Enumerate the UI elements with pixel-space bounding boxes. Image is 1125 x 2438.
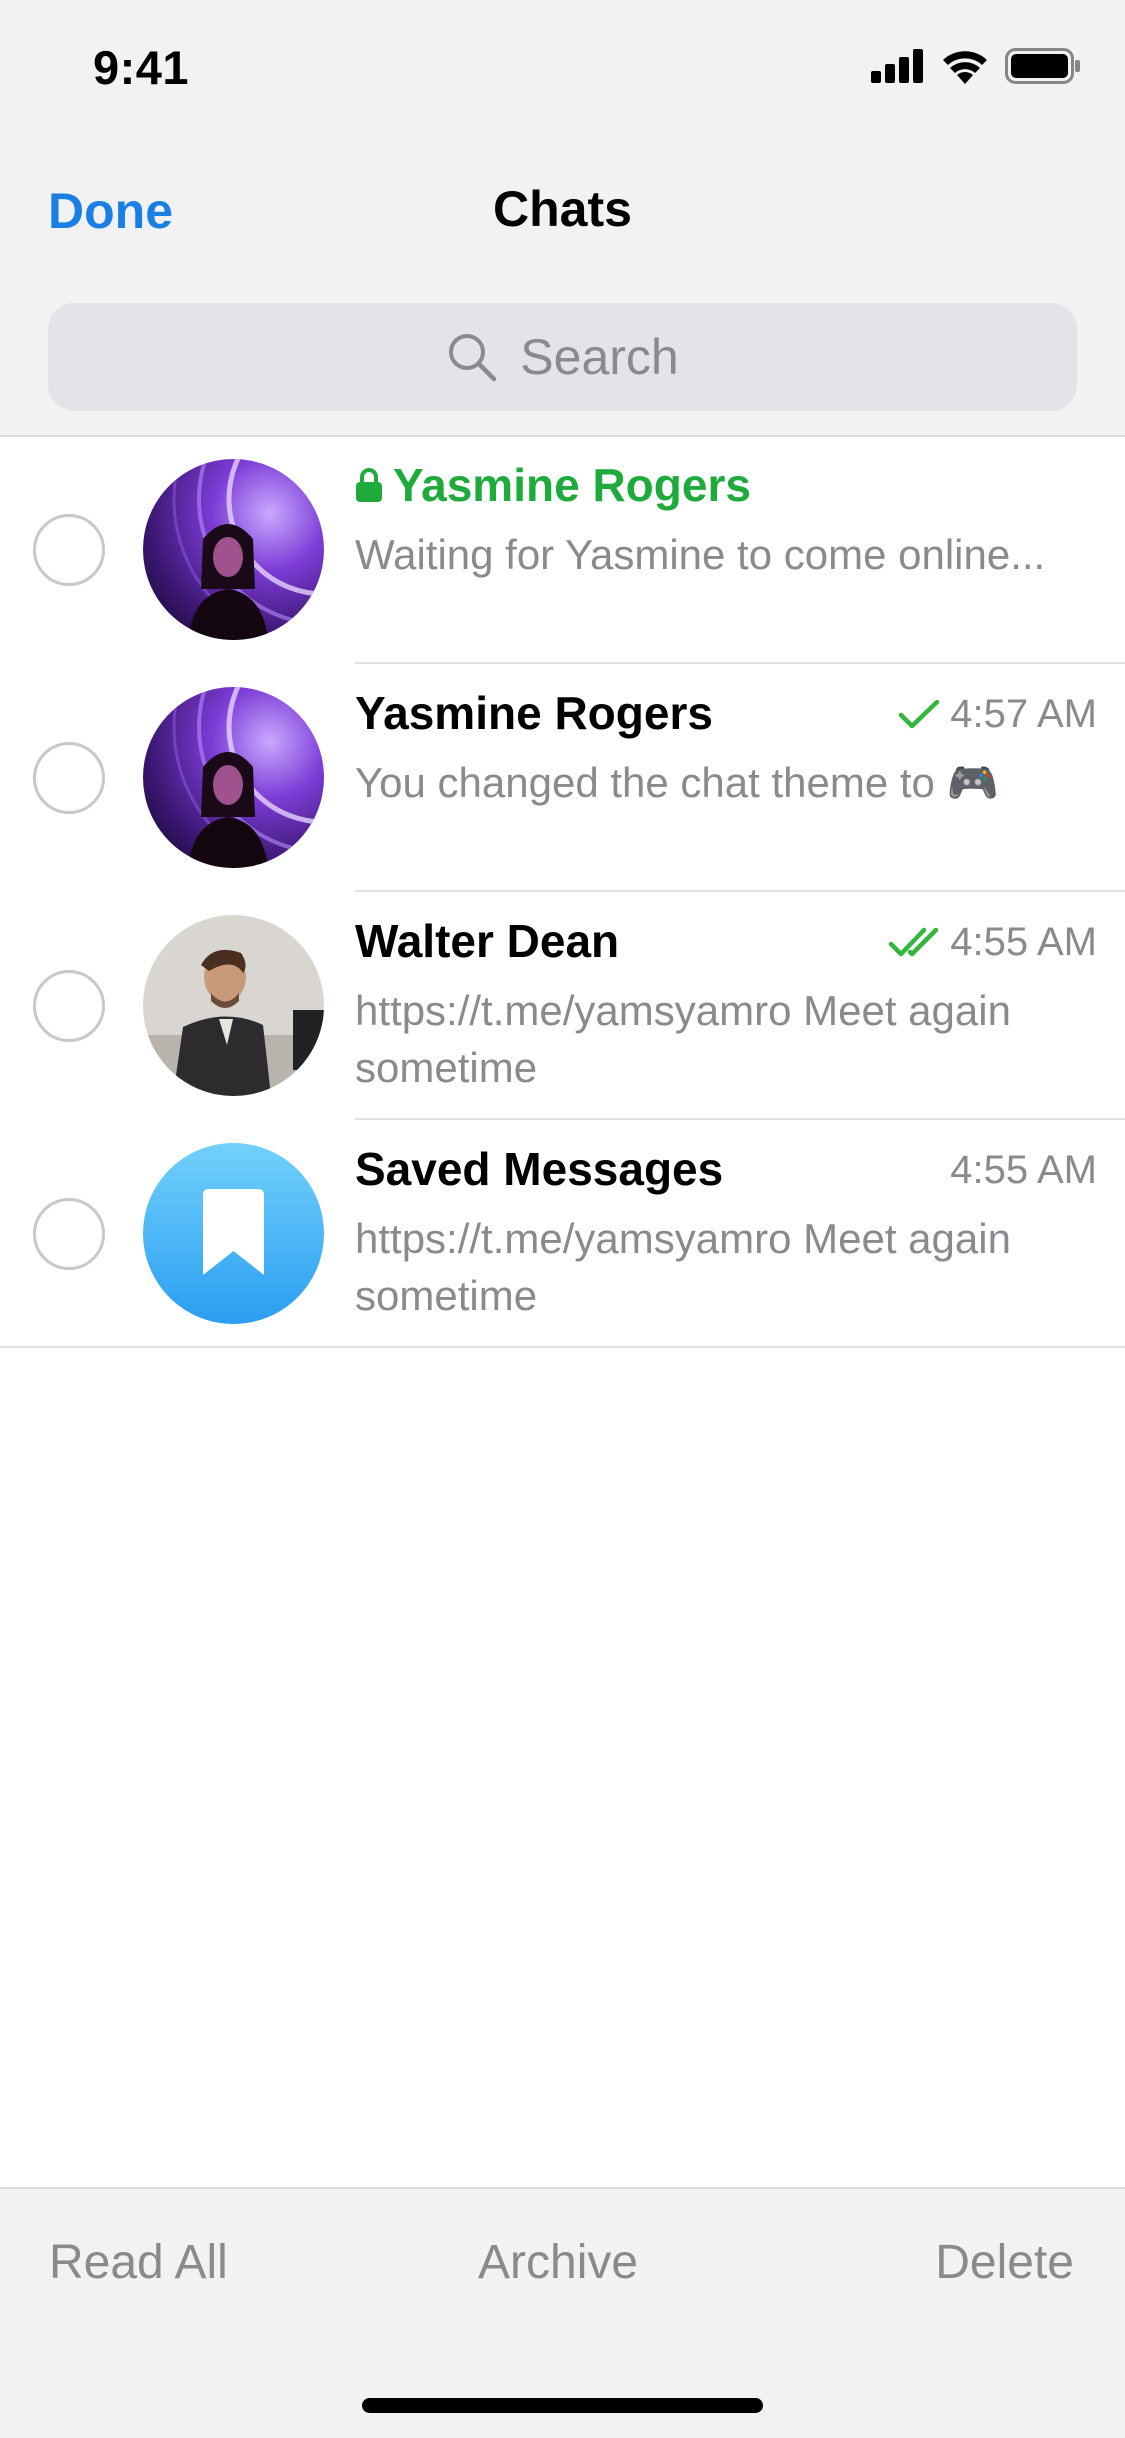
delete-button[interactable]: Delete [935,2235,1074,2290]
select-circle[interactable] [33,742,105,814]
chat-name: Yasmine Rogers [355,458,751,512]
list-divider [0,1346,1125,1348]
search-placeholder: Search [520,329,679,385]
lock-icon [356,468,382,502]
avatar-yasmine [143,459,324,640]
chat-preview: https://t.me/yamsyamro Meet again someti… [355,987,1011,1091]
chat-time-text: 4:55 AM [950,1148,1097,1192]
wifi-icon [943,51,987,84]
chat-name: Yasmine Rogers [355,687,713,739]
chat-time-text: 4:55 AM [950,920,1097,964]
archive-button[interactable]: Archive [478,2235,638,2290]
chat-preview: Waiting for Yasmine to come online... [355,531,1046,578]
status-icons [871,48,1081,84]
chat-name: Saved Messages [355,1143,724,1195]
chat-preview: You changed the chat theme to 🎮 [355,759,999,806]
chat-row-yasmine[interactable]: Yasmine Rogers 4:57 AM You changed the c… [0,664,1125,892]
read-check-icon [898,699,940,728]
double-check-icon [888,927,939,956]
chat-time-text: 4:57 AM [950,692,1097,736]
read-all-button[interactable]: Read All [49,2235,228,2290]
status-time: 9:41 [93,41,190,94]
chat-preview: https://t.me/yamsyamro Meet again someti… [355,1215,1011,1319]
chat-time: 4:55 AM [888,920,1097,965]
chat-time: 4:55 AM [950,1148,1097,1193]
avatar-yasmine [143,687,324,868]
chat-time: 4:57 AM [898,692,1097,737]
avatar-walter [143,915,324,1096]
chat-name-text: Yasmine Rogers [393,459,751,511]
cellular-signal-icon [871,49,923,83]
chat-name: Walter Dean [355,915,620,967]
select-circle[interactable] [33,1198,105,1270]
done-button[interactable]: Done [48,182,173,240]
search-input[interactable]: Search [48,303,1077,411]
select-circle[interactable] [33,970,105,1042]
select-circle[interactable] [33,514,105,586]
chat-row-secret-yasmine[interactable]: Yasmine Rogers Waiting for Yasmine to co… [0,436,1125,664]
chat-row-saved-messages[interactable]: Saved Messages 4:55 AM https://t.me/yams… [0,1120,1125,1348]
chat-row-walter[interactable]: Walter Dean 4:55 AM https://t.me/yamsyam… [0,892,1125,1120]
search-icon [449,334,497,382]
battery-icon [1005,48,1080,84]
home-indicator [362,2398,763,2413]
avatar-saved-messages [143,1143,324,1324]
